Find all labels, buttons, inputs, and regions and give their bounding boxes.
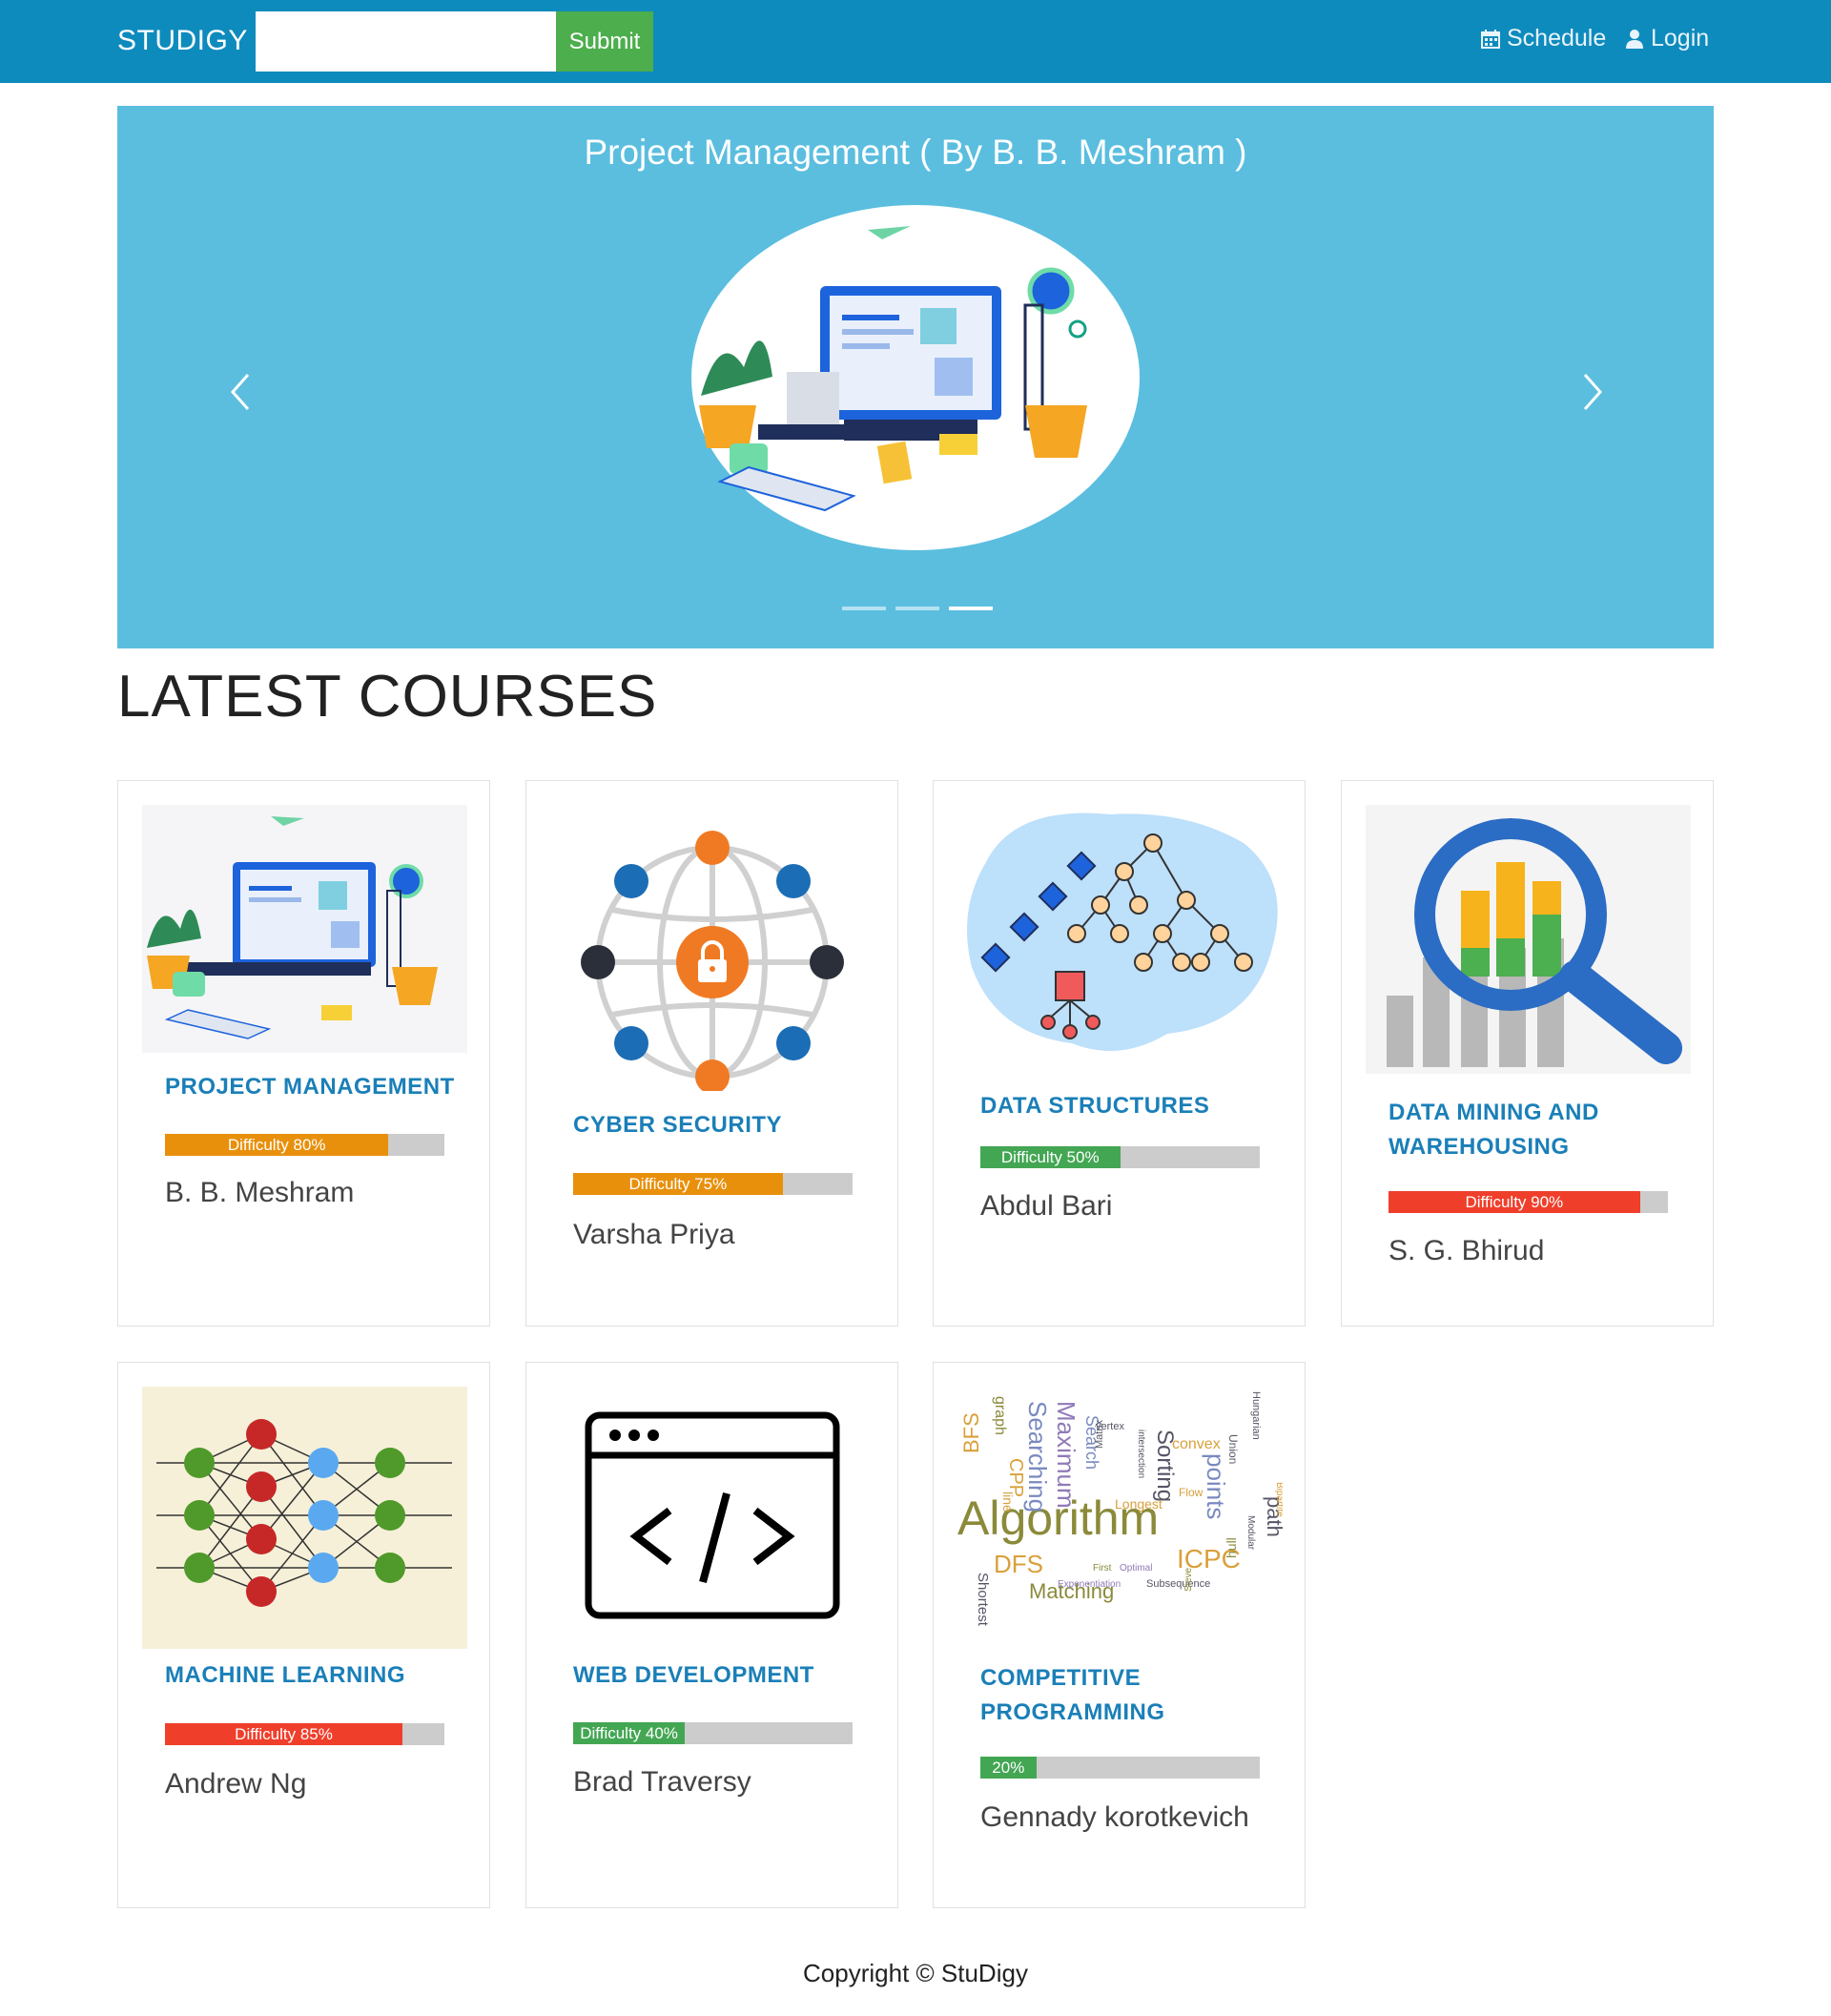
difficulty-progress: Difficulty 40%: [573, 1722, 853, 1744]
web-development-image: [585, 1411, 840, 1619]
difficulty-bar: Difficulty 80%: [165, 1134, 389, 1156]
course-card-web-development[interactable]: WEB DEVELOPMENT Difficulty 40% Brad Trav…: [525, 1362, 898, 1908]
wordcloud-word: Flow: [1179, 1486, 1204, 1499]
algorithm-wordcloud-image: Algorithm Searching Maximum Sorting poin…: [957, 1391, 1283, 1627]
submit-button[interactable]: Submit: [556, 11, 653, 72]
difficulty-progress: Difficulty 85%: [165, 1723, 444, 1745]
wordcloud-word: Matrix: [1094, 1420, 1105, 1449]
instructor-name: S. G. Bhirud: [1389, 1235, 1545, 1266]
wordcloud-word: Shortest: [975, 1573, 991, 1627]
course-card-machine-learning[interactable]: MACHINE LEARNING Difficulty 85% Andrew N…: [117, 1362, 490, 1908]
machine-learning-image: [142, 1387, 467, 1649]
project-management-image: [142, 805, 467, 1053]
course-title[interactable]: COMPETITIVE PROGRAMMING: [980, 1661, 1276, 1730]
course-title[interactable]: PROJECT MANAGEMENT: [165, 1070, 461, 1104]
footer-copyright: Copyright © StuDigy: [803, 1959, 1028, 1987]
difficulty-bar: Difficulty 40%: [573, 1722, 686, 1744]
navbar: STUDIGY Submit Schedule Login: [0, 0, 1831, 83]
course-title[interactable]: DATA MINING AND WAREHOUSING: [1389, 1096, 1684, 1164]
carousel-indicator[interactable]: [842, 607, 886, 610]
wordcloud-word: First: [1093, 1563, 1112, 1574]
course-title[interactable]: WEB DEVELOPMENT: [573, 1658, 869, 1693]
wordcloud-word: Optimal: [1120, 1563, 1152, 1574]
course-title[interactable]: CYBER SECURITY: [573, 1108, 869, 1142]
wordcloud-word: Modular: [1245, 1515, 1256, 1551]
login-label: Login: [1651, 25, 1710, 51]
data-mining-image: [1366, 805, 1691, 1074]
difficulty-bar: Difficulty 50%: [980, 1146, 1121, 1168]
wordcloud-word: Longest: [1115, 1496, 1162, 1512]
course-card-cyber-security[interactable]: CYBER SECURITY Difficulty 75% Varsha Pri…: [525, 780, 898, 1327]
course-card-data-structures[interactable]: DATA STRUCTURES Difficulty 50% Abdul Bar…: [933, 780, 1306, 1327]
course-card-competitive-programming[interactable]: Algorithm Searching Maximum Sorting poin…: [933, 1362, 1306, 1908]
difficulty-bar: 20%: [980, 1757, 1037, 1779]
wordcloud-word: intersection: [1136, 1430, 1146, 1478]
search-input[interactable]: [256, 11, 556, 72]
wordcloud-word: graph: [992, 1396, 1008, 1435]
instructor-name: B. B. Meshram: [165, 1177, 355, 1208]
wordcloud-word: Union: [1226, 1434, 1240, 1464]
course-title[interactable]: DATA STRUCTURES: [980, 1089, 1276, 1123]
wordcloud-word: Hungarian: [1250, 1391, 1262, 1440]
wordcloud-word: hull: [1224, 1537, 1239, 1558]
wordcloud-word: BFS: [959, 1412, 983, 1453]
difficulty-progress: Difficulty 50%: [980, 1146, 1260, 1168]
instructor-name: Gennady korotkevich: [980, 1801, 1249, 1833]
course-title[interactable]: MACHINE LEARNING: [165, 1658, 461, 1693]
instructor-name: Brad Traversy: [573, 1766, 751, 1798]
carousel-caption: Project Management ( By B. B. Meshram ): [584, 133, 1247, 172]
wordcloud-word: Bipartite: [1274, 1482, 1283, 1517]
carousel-slide-image: [691, 205, 1140, 550]
course-card-project-management[interactable]: PROJECT MANAGEMENT Difficulty 80% B. B. …: [117, 780, 490, 1327]
wordcloud-word: Subsequence: [1146, 1578, 1210, 1590]
nav-schedule-link[interactable]: Schedule: [1480, 25, 1606, 52]
calendar-icon: [1481, 29, 1500, 49]
difficulty-progress: Difficulty 75%: [573, 1173, 853, 1195]
instructor-name: Andrew Ng: [165, 1768, 307, 1800]
schedule-label: Schedule: [1507, 25, 1607, 51]
carousel-prev-button[interactable]: [211, 354, 268, 430]
wordcloud-word: Searching: [1023, 1401, 1052, 1512]
carousel-indicator[interactable]: [895, 607, 939, 610]
cyber-security-image: [581, 831, 844, 1091]
carousel-next-button[interactable]: [1565, 354, 1622, 430]
instructor-name: Varsha Priya: [573, 1219, 735, 1250]
carousel-indicator-active[interactable]: [949, 607, 993, 610]
chevron-left-icon: [230, 374, 250, 410]
wordcloud-word: line: [1000, 1491, 1016, 1512]
nav-login-link[interactable]: Login: [1624, 25, 1709, 52]
user-icon: [1626, 29, 1643, 49]
wordcloud-word: Maximum: [1052, 1401, 1080, 1509]
difficulty-bar: Difficulty 85%: [165, 1723, 403, 1745]
brand-logo[interactable]: STUDIGY: [117, 25, 248, 57]
section-title: LATEST COURSES: [117, 664, 658, 730]
difficulty-progress: Difficulty 90%: [1389, 1191, 1668, 1213]
data-structures-image: [967, 813, 1278, 1051]
wordcloud-word: DFS: [994, 1550, 1043, 1578]
wordcloud-word: convex: [1172, 1436, 1221, 1452]
difficulty-progress: 20%: [980, 1757, 1260, 1779]
course-card-data-mining[interactable]: DATA MINING AND WAREHOUSING Difficulty 9…: [1341, 780, 1714, 1327]
instructor-name: Abdul Bari: [980, 1190, 1113, 1222]
chevron-right-icon: [1583, 374, 1603, 410]
carousel-indicators: [842, 607, 993, 610]
difficulty-progress: Difficulty 80%: [165, 1134, 444, 1156]
course-carousel: Project Management ( By B. B. Meshram ): [117, 106, 1714, 648]
difficulty-bar: Difficulty 90%: [1389, 1191, 1640, 1213]
wordcloud-word: points: [1202, 1453, 1230, 1519]
wordcloud-word: Sieve: [1183, 1568, 1194, 1592]
difficulty-bar: Difficulty 75%: [573, 1173, 783, 1195]
wordcloud-word: Exponentiation: [1058, 1579, 1121, 1590]
